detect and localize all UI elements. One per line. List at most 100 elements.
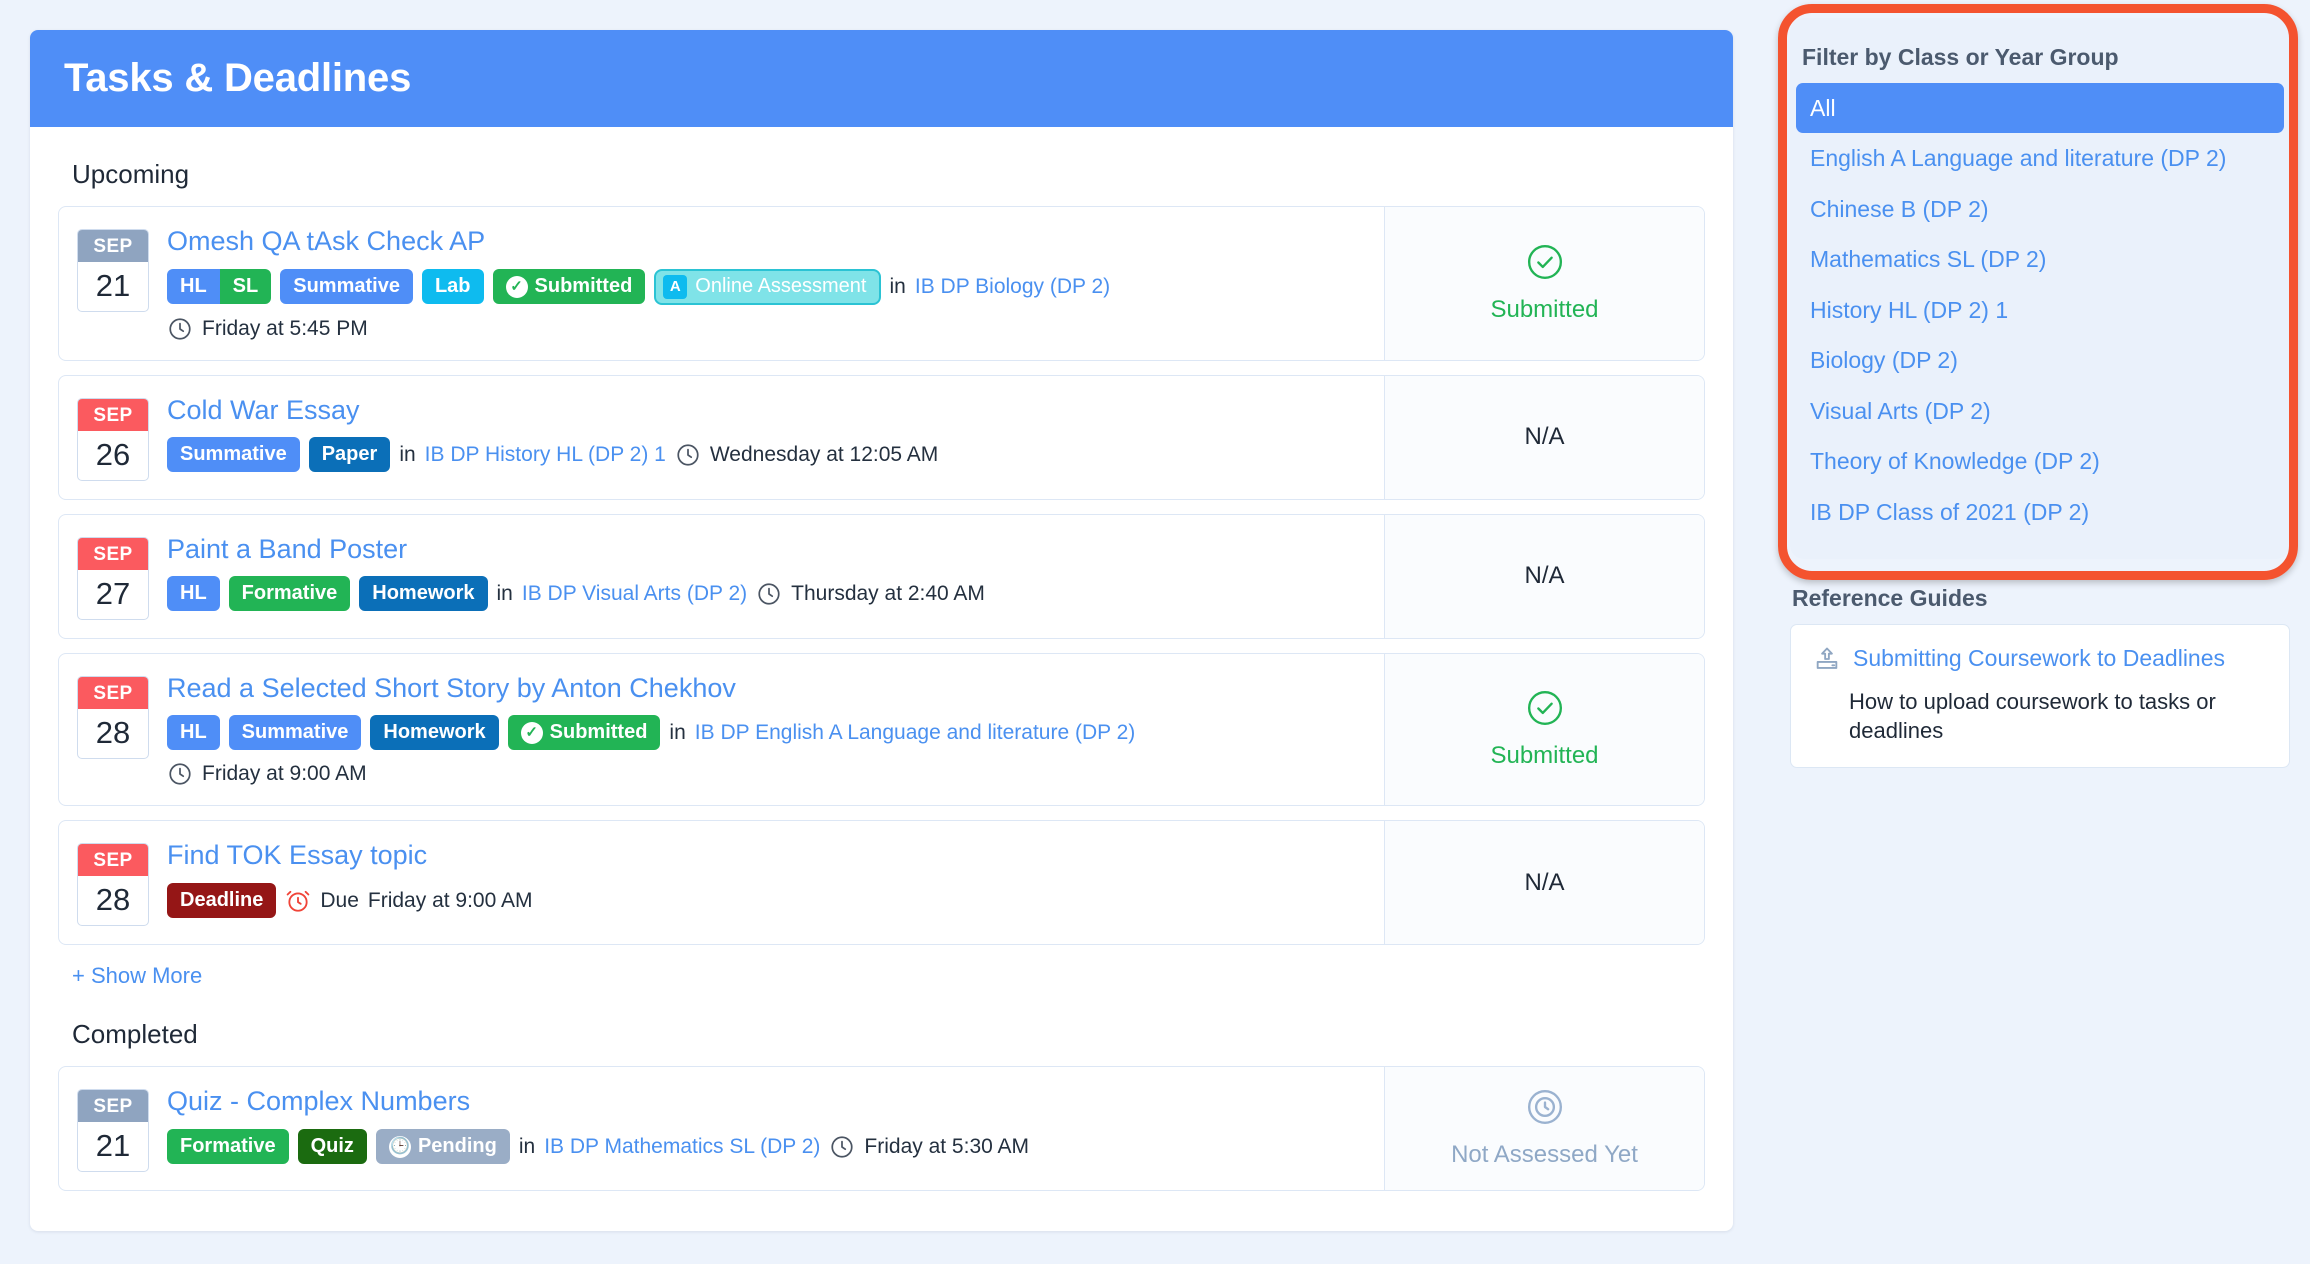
show-more-button[interactable]: + Show More bbox=[72, 963, 202, 989]
date-chip: SEP 27 bbox=[77, 536, 149, 620]
clock-icon bbox=[167, 316, 193, 342]
class-link[interactable]: IB DP Visual Arts (DP 2) bbox=[522, 582, 747, 606]
task-content: Find TOK Essay topic Deadline Due Friday at… bbox=[167, 841, 1366, 919]
task-content: Quiz - Complex Numbers Formative Quiz 🕒 Pend… bbox=[167, 1087, 1366, 1165]
task-row[interactable]: SEP 27 Paint a Band Poster HL Formative Homew… bbox=[58, 513, 1705, 639]
badge-label: Summative bbox=[293, 275, 400, 298]
badge-segment-hl: HL bbox=[167, 269, 220, 305]
status-cell: Submitted bbox=[1384, 653, 1704, 806]
date-day: 28 bbox=[95, 882, 131, 918]
reference-guide-description: How to upload coursework to tasks or dea… bbox=[1849, 688, 2216, 743]
due-time: Friday at 5:45 PM bbox=[202, 316, 368, 340]
task-title-link[interactable]: Quiz - Complex Numbers bbox=[167, 1087, 470, 1117]
reference-guides-list: Submitting Coursework to Deadlines How to… bbox=[1790, 623, 2290, 769]
status-icon bbox=[1526, 243, 1564, 286]
task-title-link[interactable]: Find TOK Essay topic bbox=[167, 841, 427, 871]
class-link[interactable]: IB DP Biology (DP 2) bbox=[915, 275, 1110, 299]
task-main: SEP 26 Cold War Essay Summative Paper in IB DP… bbox=[59, 376, 1384, 499]
badge-tag: Deadline bbox=[167, 883, 277, 919]
filter-item-label: All bbox=[1810, 95, 1836, 121]
task-row[interactable]: SEP 26 Cold War Essay Summative Paper in IB DP… bbox=[58, 374, 1705, 500]
date-chip: SEP 21 bbox=[77, 229, 149, 312]
card-header: Tasks & Deadlines bbox=[30, 30, 1733, 127]
task-row[interactable]: SEP 21 Omesh QA tAsk Check AP HL SL Summative… bbox=[58, 206, 1705, 361]
task-meta-line: HL Summative Homework ✓ Submitted in IB DP Eng… bbox=[167, 715, 1366, 751]
badge-level-split: HL SL bbox=[167, 269, 272, 305]
task-row[interactable]: SEP 28 Find TOK Essay topic Deadline Due Frid… bbox=[58, 820, 1705, 946]
filter-item-label: English A Language and literature (DP 2) bbox=[1810, 145, 2227, 172]
reference-guide-header: Submitting Coursework to Deadlines bbox=[1813, 645, 2267, 678]
reference-guide-card[interactable]: Submitting Coursework to Deadlines How to… bbox=[1790, 623, 2290, 769]
task-title-link[interactable]: Omesh QA tAsk Check AP bbox=[167, 226, 485, 257]
date-day: 21 bbox=[95, 268, 131, 303]
task-time-line: Friday at 5:45 PM bbox=[167, 316, 1366, 342]
class-link[interactable]: IB DP History HL (DP 2) 1 bbox=[425, 443, 666, 467]
status-cell: N/A bbox=[1384, 375, 1704, 499]
in-label: in bbox=[399, 442, 416, 466]
filter-item-8[interactable]: IB DP Class of 2021 (DP 2) bbox=[1796, 487, 2284, 537]
section-heading-completed: Completed bbox=[72, 1019, 198, 1050]
filter-item-3[interactable]: Mathematics SL (DP 2) bbox=[1796, 234, 2284, 284]
filter-item-7[interactable]: Theory of Knowledge (DP 2) bbox=[1796, 436, 2284, 486]
in-label: in bbox=[889, 274, 906, 298]
page-root: Tasks & Deadlines Upcoming SEP 21 Omesh QA… bbox=[0, 0, 2310, 1264]
task-main: SEP 28 Find TOK Essay topic Deadline Due Frid… bbox=[59, 821, 1384, 944]
filter-item-4[interactable]: History HL (DP 2) 1 bbox=[1796, 285, 2284, 335]
filter-item-5[interactable]: Biology (DP 2) bbox=[1796, 335, 2284, 385]
due-time: Friday at 9:00 AM bbox=[367, 888, 533, 912]
filter-item-6[interactable]: Visual Arts (DP 2) bbox=[1796, 386, 2284, 436]
reference-guide-link[interactable]: Submitting Coursework to Deadlines bbox=[1853, 645, 2225, 673]
date-day: 27 bbox=[95, 575, 131, 611]
badge-label: Summative bbox=[180, 443, 287, 466]
badge-tag: Summative bbox=[167, 437, 300, 473]
filter-item-label: Chinese B (DP 2) bbox=[1810, 195, 1989, 222]
filter-item-label: History HL (DP 2) 1 bbox=[1810, 296, 2009, 323]
task-main: SEP 28 Read a Selected Short Story by Anto… bbox=[59, 654, 1384, 806]
filter-item-2[interactable]: Chinese B (DP 2) bbox=[1796, 184, 2284, 234]
filter-item-label: Theory of Knowledge (DP 2) bbox=[1810, 448, 2100, 475]
due-label: Due bbox=[320, 888, 359, 912]
date-chip: SEP 21 bbox=[77, 1089, 149, 1173]
date-month: SEP bbox=[78, 537, 148, 570]
badge-label: Paper bbox=[321, 443, 378, 466]
task-row[interactable]: SEP 28 Read a Selected Short Story by Anto… bbox=[58, 652, 1705, 807]
class-link[interactable]: IB DP Mathematics SL (DP 2) bbox=[544, 1135, 820, 1159]
date-day: 21 bbox=[95, 1128, 131, 1164]
in-label: in bbox=[669, 720, 686, 744]
badge-label: HL bbox=[180, 582, 207, 605]
status-badge: N/A bbox=[1524, 562, 1565, 590]
filter-item-label: Visual Arts (DP 2) bbox=[1810, 397, 1991, 424]
status-icon bbox=[1526, 689, 1564, 732]
filter-panel: Filter by Class or Year Group All English… bbox=[1778, 4, 2298, 580]
badge-tag: Summative bbox=[228, 715, 362, 751]
badge-tag: Lab bbox=[421, 269, 484, 305]
badge-status-pending: 🕒 Pending bbox=[375, 1129, 510, 1165]
task-content: Paint a Band Poster HL Formative Homework in… bbox=[167, 534, 1366, 612]
status-cell: Not Assessed Yet bbox=[1384, 1067, 1704, 1191]
task-row[interactable]: SEP 21 Quiz - Complex Numbers Formative Quiz… bbox=[58, 1066, 1705, 1192]
badge-label: Formative bbox=[180, 1135, 276, 1158]
page-title: Tasks & Deadlines bbox=[64, 56, 412, 100]
task-title-link[interactable]: Read a Selected Short Story by Anton Che… bbox=[167, 673, 736, 704]
badge-label: Lab bbox=[434, 275, 471, 298]
badge-status-submitted: ✓ Submitted bbox=[492, 269, 646, 305]
badge-tag: Homework bbox=[359, 576, 488, 612]
date-month: SEP bbox=[78, 1090, 148, 1123]
task-title-link[interactable]: Cold War Essay bbox=[167, 395, 360, 426]
tasks-card: Tasks & Deadlines Upcoming SEP 21 Omesh QA… bbox=[30, 30, 1733, 1232]
filter-item-1[interactable]: English A Language and literature (DP 2) bbox=[1796, 133, 2284, 183]
status-badge: N/A bbox=[1524, 423, 1565, 451]
reference-guides-heading: Reference Guides bbox=[1792, 584, 1988, 611]
badge-label: Submitted bbox=[549, 721, 648, 744]
filter-item-0[interactable]: All bbox=[1796, 83, 2284, 134]
class-link[interactable]: IB DP English A Language and literature … bbox=[695, 721, 1136, 745]
date-chip: SEP 28 bbox=[77, 843, 149, 927]
status-cell: Submitted bbox=[1384, 207, 1704, 360]
filter-list: All English A Language and literature (DP… bbox=[1796, 83, 2284, 537]
due-time: Friday at 5:30 AM bbox=[864, 1134, 1029, 1158]
badge-label: Online Assessment bbox=[695, 275, 867, 298]
upcoming-task-list: SEP 21 Omesh QA tAsk Check AP HL SL Summative… bbox=[58, 206, 1705, 946]
task-title-link[interactable]: Paint a Band Poster bbox=[167, 534, 407, 565]
due-time: Thursday at 2:40 AM bbox=[791, 581, 985, 605]
clock-icon bbox=[829, 1134, 855, 1160]
